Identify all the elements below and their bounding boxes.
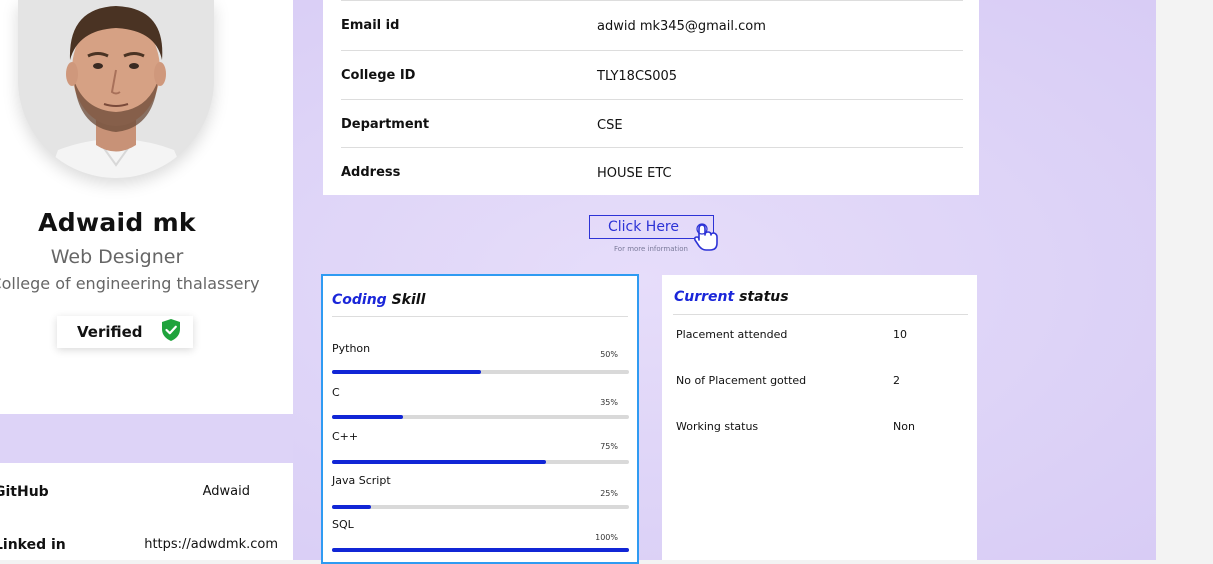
detail-row-email: Email id adwid mk345@gmail.com — [341, 0, 963, 48]
profile-role: Web Designer — [50, 246, 184, 268]
row-divider — [341, 0, 963, 1]
row-divider — [341, 99, 963, 100]
current-status-card: Current status Placement attended 10 No … — [662, 275, 977, 560]
social-label: GitHub — [0, 484, 49, 500]
title-divider — [673, 314, 968, 315]
skill-name: Java Script — [332, 474, 391, 487]
social-label: Linked in — [0, 537, 66, 553]
skill-name: Python — [332, 342, 371, 355]
detail-row-college-id: College ID TLY18CS005 — [341, 50, 963, 98]
skill-progress-bar — [332, 415, 629, 419]
skill-progress-fill — [332, 505, 371, 509]
detail-label: Email id — [341, 18, 400, 33]
status-value: Non — [893, 420, 915, 433]
detail-label: Department — [341, 117, 430, 132]
verified-label: Verified — [77, 323, 143, 341]
detail-row-department: Department CSE — [341, 99, 963, 147]
row-divider — [341, 147, 963, 148]
skill-percent: 50% — [600, 350, 618, 359]
profile-name: Adwaid mk — [38, 208, 196, 237]
title-accent: Coding — [332, 292, 387, 308]
title-divider — [332, 316, 628, 317]
row-divider — [341, 50, 963, 51]
skill-progress-bar — [332, 460, 629, 464]
skill-progress-fill — [332, 548, 629, 552]
detail-value: adwid mk345@gmail.com — [597, 19, 766, 34]
detail-value: CSE — [597, 118, 623, 133]
detail-label: Address — [341, 165, 401, 180]
status-label: Placement attended — [676, 328, 788, 341]
github-link[interactable]: Adwaid — [203, 484, 250, 499]
skill-progress-bar — [332, 370, 629, 374]
skill-percent: 25% — [600, 489, 618, 498]
skill-progress-fill — [332, 370, 481, 374]
title-accent: Current — [674, 289, 735, 305]
details-card: Email id adwid mk345@gmail.com College I… — [323, 0, 979, 195]
title-rest: Skill — [391, 292, 426, 308]
avatar — [18, 0, 214, 178]
skill-name: C — [332, 386, 340, 399]
social-links-card: GitHub Adwaid Linked in https://adwdmk.c… — [0, 463, 293, 560]
shield-check-icon — [160, 318, 182, 346]
coding-skill-card: Coding Skill Python 50% C 35% C++ 75% Ja… — [321, 274, 639, 564]
skill-percent: 100% — [595, 533, 618, 542]
skill-progress-bar — [332, 548, 629, 552]
skill-percent: 35% — [600, 398, 618, 407]
detail-label: College ID — [341, 68, 416, 83]
skill-progress-fill — [332, 460, 546, 464]
detail-value: TLY18CS005 — [597, 69, 678, 84]
status-value: 10 — [893, 328, 907, 341]
skill-name: SQL — [332, 518, 354, 531]
click-hint: For more information — [614, 245, 688, 253]
profile-college: College of engineering thalassery — [0, 274, 260, 293]
verified-badge: Verified — [57, 316, 193, 348]
skill-progress-fill — [332, 415, 404, 419]
skill-percent: 75% — [600, 442, 618, 451]
coding-skill-title: Coding Skill — [332, 292, 425, 308]
status-label: Working status — [676, 420, 759, 433]
title-rest: status — [739, 289, 789, 305]
current-status-title: Current status — [674, 289, 789, 305]
profile-card: Adwaid mk Web Designer College of engine… — [0, 0, 293, 414]
detail-value: HOUSE ETC — [597, 166, 672, 181]
skill-name: C++ — [332, 430, 359, 443]
status-label: No of Placement gotted — [676, 374, 807, 387]
skill-progress-bar — [332, 505, 629, 509]
linkedin-link[interactable]: https://adwdmk.com — [144, 537, 278, 552]
detail-row-address: Address HOUSE ETC — [341, 147, 963, 195]
status-value: 2 — [893, 374, 900, 387]
